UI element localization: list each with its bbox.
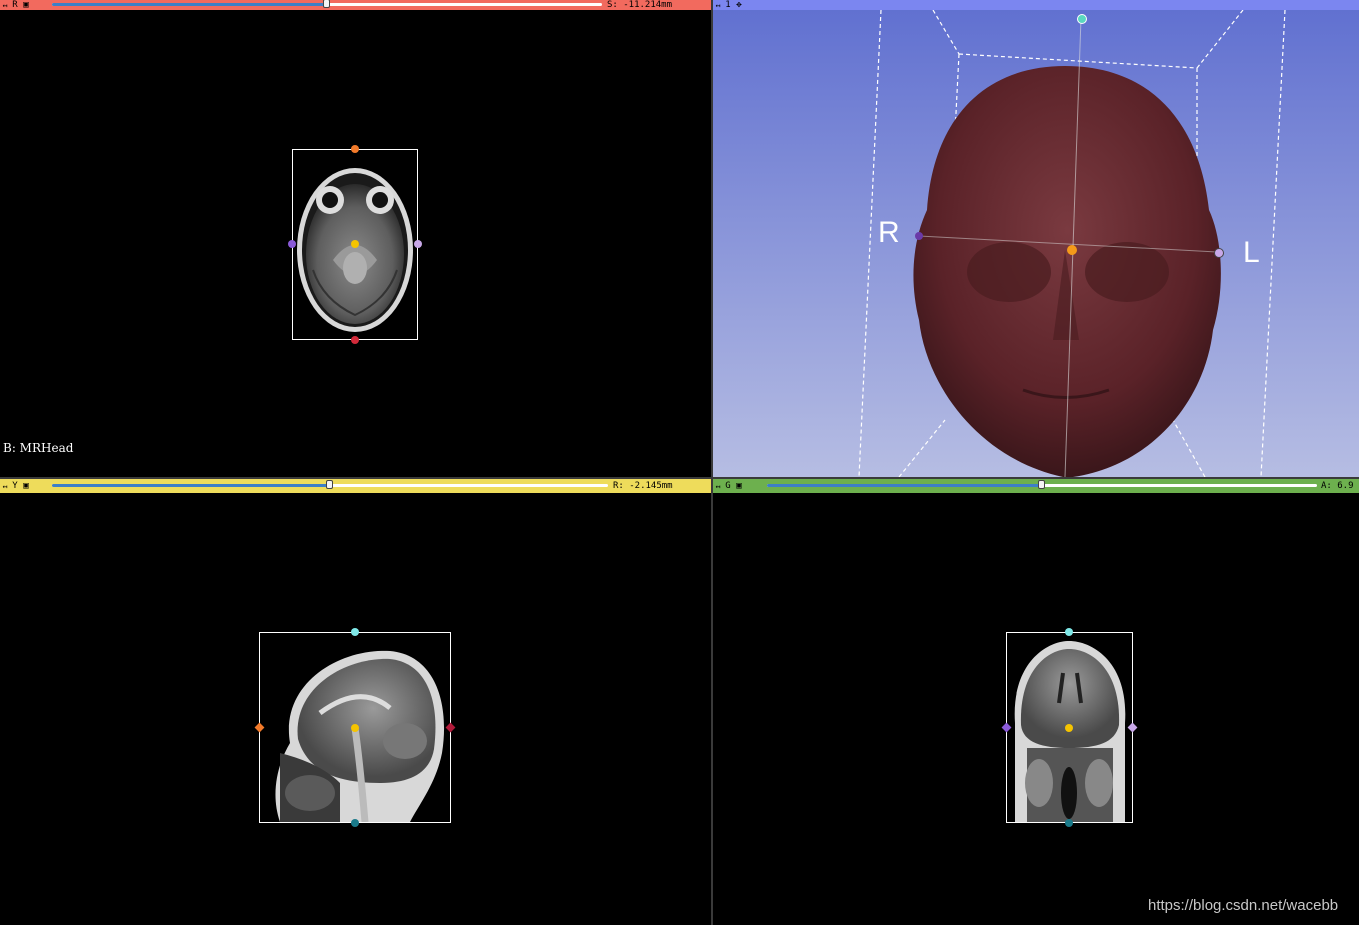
slice-offset-value: A: 6.9 bbox=[1321, 481, 1354, 491]
watermark-text: https://blog.csdn.net/wacebb bbox=[1148, 897, 1339, 914]
superior-handle[interactable] bbox=[1065, 628, 1073, 636]
view-label: Y bbox=[12, 481, 18, 491]
posterior-handle[interactable] bbox=[351, 336, 359, 344]
link-icon[interactable]: ▣ bbox=[20, 481, 32, 491]
slider-handle[interactable] bbox=[326, 480, 333, 489]
center-handle[interactable] bbox=[351, 724, 359, 732]
inferior-handle[interactable] bbox=[351, 819, 359, 827]
left-handle[interactable] bbox=[414, 240, 422, 248]
slice-offset-slider[interactable] bbox=[52, 480, 608, 489]
center-handle[interactable] bbox=[351, 240, 359, 248]
center-handle[interactable] bbox=[1067, 245, 1077, 255]
superior-handle[interactable] bbox=[1077, 14, 1087, 24]
view-label: 1 bbox=[725, 0, 731, 10]
red-slice-view[interactable]: ↤ R ▣ S: -11.214mm B: MRHead bbox=[0, 0, 711, 477]
view-separator-horizontal bbox=[0, 477, 1359, 479]
slice-offset-value: R: -2.145mm bbox=[613, 481, 673, 491]
link-icon[interactable]: ▣ bbox=[733, 481, 745, 491]
center-handle[interactable] bbox=[1065, 724, 1073, 732]
pin-icon[interactable]: ↤ bbox=[0, 0, 10, 10]
inferior-handle[interactable] bbox=[1065, 819, 1073, 827]
right-handle[interactable] bbox=[915, 232, 923, 240]
superior-handle[interactable] bbox=[351, 628, 359, 636]
volume-rendering bbox=[858, 10, 1286, 477]
anterior-handle[interactable] bbox=[351, 145, 359, 153]
green-slice-view[interactable]: ↤ G ▣ A: 6.9 bbox=[713, 479, 1359, 925]
threed-controller-bar: ↤ 1 ✥ bbox=[713, 0, 1359, 10]
slider-handle[interactable] bbox=[1038, 480, 1045, 489]
link-icon[interactable]: ▣ bbox=[20, 0, 32, 10]
crosshair-center-icon[interactable]: ✥ bbox=[733, 0, 745, 10]
green-slice-controller-bar: ↤ G ▣ A: 6.9 bbox=[713, 479, 1359, 493]
pin-icon[interactable]: ↤ bbox=[713, 0, 723, 10]
pin-icon[interactable]: ↤ bbox=[713, 481, 723, 491]
view-label: R bbox=[12, 0, 18, 10]
slider-handle[interactable] bbox=[323, 0, 330, 8]
red-slice-controller-bar: ↤ R ▣ S: -11.214mm bbox=[0, 0, 711, 10]
orientation-label-right: R bbox=[878, 216, 900, 249]
left-handle[interactable] bbox=[1214, 248, 1224, 258]
orientation-label-left: L bbox=[1243, 236, 1260, 269]
yellow-slice-controller-bar: ↤ Y ▣ R: -2.145mm bbox=[0, 479, 711, 493]
slice-offset-slider[interactable] bbox=[52, 0, 602, 8]
threed-view[interactable]: ↤ 1 ✥ R L bbox=[713, 0, 1359, 477]
view-label: G bbox=[725, 481, 731, 491]
slice-offset-value: S: -11.214mm bbox=[607, 0, 673, 10]
pin-icon[interactable]: ↤ bbox=[0, 481, 10, 491]
slice-offset-slider[interactable] bbox=[767, 480, 1317, 489]
right-handle[interactable] bbox=[288, 240, 296, 248]
yellow-slice-view[interactable]: ↤ Y ▣ R: -2.145mm bbox=[0, 479, 711, 925]
volume-label: B: MRHead bbox=[3, 441, 74, 455]
